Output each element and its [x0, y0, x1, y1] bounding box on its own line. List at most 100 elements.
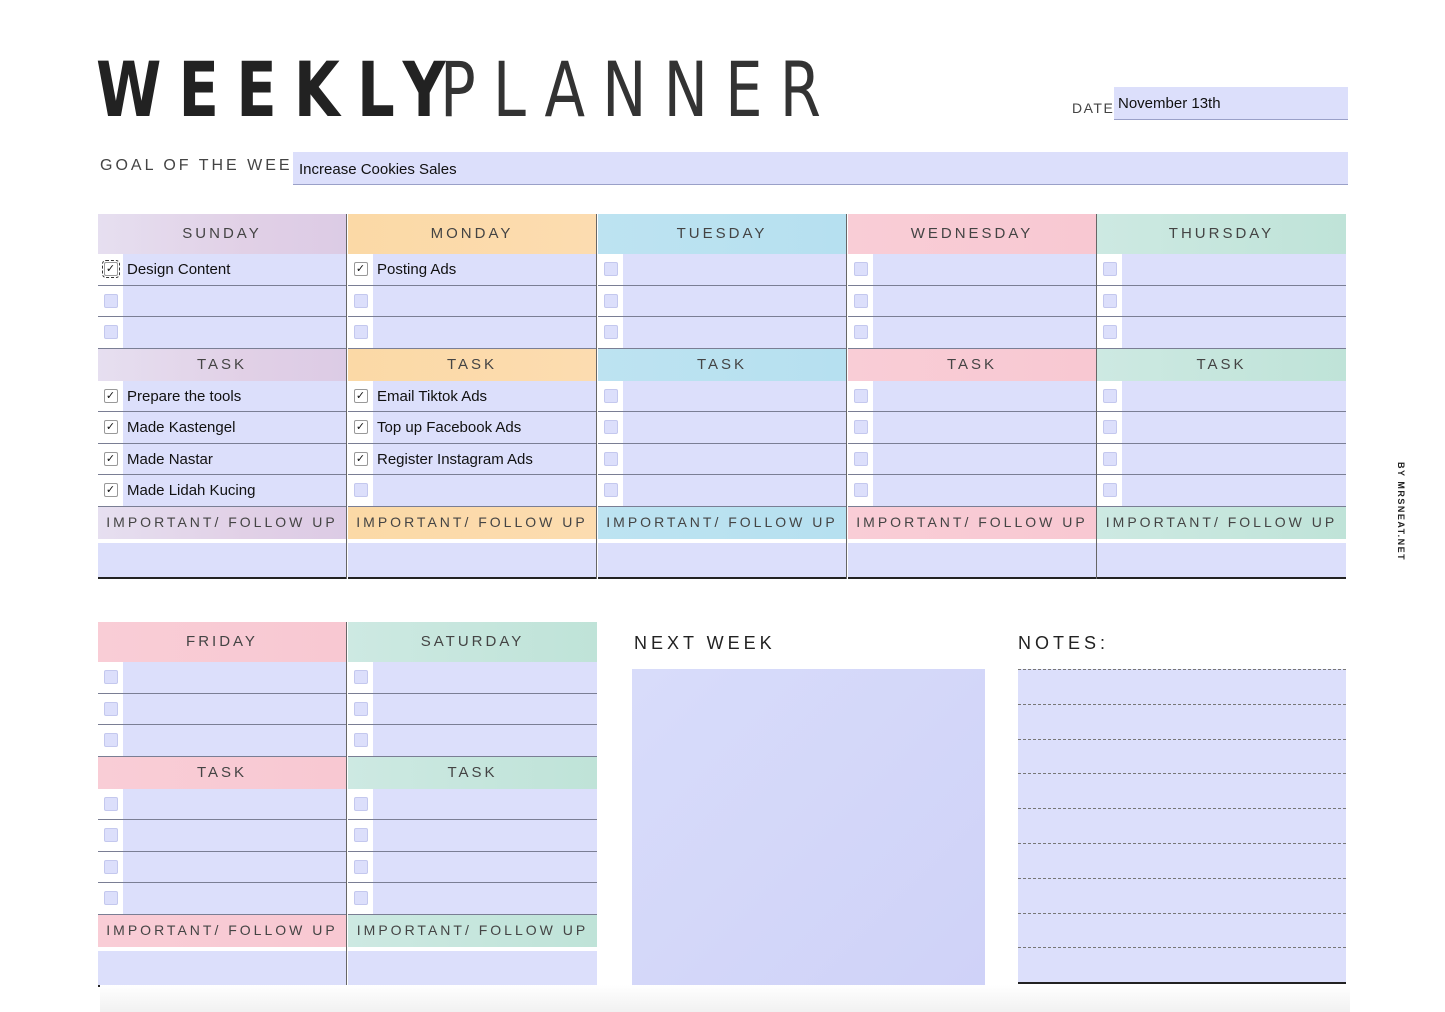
important-field[interactable]: [348, 542, 596, 579]
checkbox[interactable]: [353, 796, 368, 811]
task-field[interactable]: [373, 788, 597, 819]
goal-field[interactable]: Increase Cookies Sales: [293, 152, 1348, 185]
checkbox[interactable]: [353, 293, 368, 308]
task-field[interactable]: [123, 883, 346, 914]
checkbox[interactable]: [603, 293, 618, 308]
checkbox[interactable]: [853, 262, 868, 277]
note-line[interactable]: [1018, 912, 1346, 948]
task-field[interactable]: Design Content: [123, 254, 346, 285]
task-field[interactable]: [623, 254, 846, 285]
checkbox[interactable]: [103, 325, 118, 340]
checkbox[interactable]: [603, 388, 618, 403]
task-field[interactable]: [623, 317, 846, 348]
task-field[interactable]: [623, 412, 846, 443]
checkbox[interactable]: [353, 325, 368, 340]
checkbox[interactable]: [853, 293, 868, 308]
important-field[interactable]: [848, 542, 1096, 579]
task-field[interactable]: Posting Ads: [373, 254, 596, 285]
task-field[interactable]: [1122, 380, 1346, 411]
checkbox[interactable]: [103, 891, 118, 906]
note-line[interactable]: [1018, 669, 1346, 704]
checkbox[interactable]: [1102, 262, 1117, 277]
checkbox[interactable]: [103, 796, 118, 811]
checkbox[interactable]: [603, 483, 618, 498]
checkbox[interactable]: [103, 293, 118, 308]
task-field[interactable]: [373, 662, 597, 693]
task-field[interactable]: Prepare the tools: [123, 380, 346, 411]
checkbox[interactable]: [603, 420, 618, 435]
next-week-field[interactable]: [632, 669, 985, 985]
task-field[interactable]: [1122, 317, 1346, 348]
task-field[interactable]: [623, 443, 846, 474]
task-field[interactable]: [373, 851, 597, 882]
checkbox[interactable]: ✓: [353, 420, 368, 435]
note-line[interactable]: [1018, 808, 1346, 843]
checkbox[interactable]: ✓: [353, 388, 368, 403]
task-field[interactable]: [373, 317, 596, 348]
checkbox[interactable]: [853, 325, 868, 340]
checkbox[interactable]: [603, 451, 618, 466]
task-field[interactable]: [123, 851, 346, 882]
checkbox[interactable]: [853, 388, 868, 403]
checkbox[interactable]: [353, 701, 368, 716]
task-field[interactable]: [1122, 254, 1346, 285]
checkbox[interactable]: [103, 828, 118, 843]
task-field[interactable]: Made Kastengel: [123, 412, 346, 443]
checkbox[interactable]: [1102, 483, 1117, 498]
important-field[interactable]: [1097, 542, 1346, 579]
checkbox[interactable]: [1102, 451, 1117, 466]
task-field[interactable]: [873, 254, 1096, 285]
important-field[interactable]: [598, 542, 846, 579]
checkbox[interactable]: [353, 828, 368, 843]
task-field[interactable]: [373, 475, 596, 506]
checkbox[interactable]: [853, 483, 868, 498]
task-field[interactable]: [1122, 285, 1346, 316]
task-field[interactable]: [873, 443, 1096, 474]
task-field[interactable]: [1122, 475, 1346, 506]
task-field[interactable]: [123, 820, 346, 851]
task-field[interactable]: [373, 883, 597, 914]
checkbox[interactable]: [1102, 420, 1117, 435]
important-field[interactable]: [98, 542, 346, 579]
checkbox[interactable]: [1102, 325, 1117, 340]
checkbox[interactable]: ✓: [103, 420, 118, 435]
task-field[interactable]: [623, 285, 846, 316]
checkbox[interactable]: ✓: [103, 388, 118, 403]
checkbox[interactable]: ✓: [103, 483, 118, 498]
checkbox[interactable]: [353, 483, 368, 498]
task-field[interactable]: [373, 693, 597, 724]
task-field[interactable]: [123, 285, 346, 316]
task-field[interactable]: [373, 285, 596, 316]
note-line[interactable]: [1018, 703, 1346, 739]
checkbox[interactable]: [103, 859, 118, 874]
checkbox[interactable]: [353, 733, 368, 748]
task-field[interactable]: [1122, 443, 1346, 474]
checkbox[interactable]: ✓: [353, 451, 368, 466]
note-line[interactable]: [1018, 877, 1346, 913]
task-field[interactable]: [873, 317, 1096, 348]
important-field[interactable]: [98, 950, 346, 987]
checkbox[interactable]: ✓: [101, 260, 120, 279]
checkbox[interactable]: [103, 733, 118, 748]
task-field[interactable]: [623, 380, 846, 411]
checkbox[interactable]: [103, 701, 118, 716]
task-field[interactable]: [123, 725, 346, 756]
note-line[interactable]: [1018, 842, 1346, 878]
task-field[interactable]: Made Lidah Kucing: [123, 475, 346, 506]
checkbox[interactable]: [353, 859, 368, 874]
task-field[interactable]: [373, 820, 597, 851]
task-field[interactable]: [123, 693, 346, 724]
checkbox[interactable]: [853, 420, 868, 435]
checkbox[interactable]: [103, 670, 118, 685]
checkbox[interactable]: [353, 670, 368, 685]
note-line[interactable]: [1018, 773, 1346, 809]
checkbox[interactable]: [603, 262, 618, 277]
date-field[interactable]: November 13th: [1114, 87, 1348, 120]
checkbox[interactable]: ✓: [103, 451, 118, 466]
task-field[interactable]: Register Instagram Ads: [373, 443, 596, 474]
task-field[interactable]: Top up Facebook Ads: [373, 412, 596, 443]
checkbox[interactable]: [853, 451, 868, 466]
task-field[interactable]: [873, 380, 1096, 411]
checkbox[interactable]: ✓: [353, 262, 368, 277]
task-field[interactable]: [1122, 412, 1346, 443]
